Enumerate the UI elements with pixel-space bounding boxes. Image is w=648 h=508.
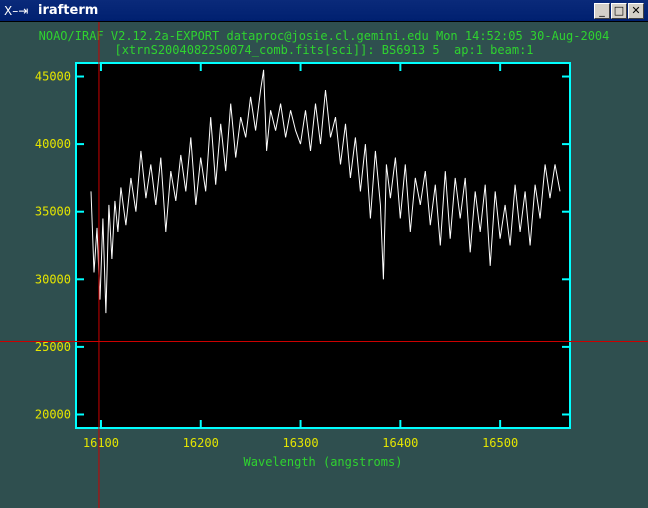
y-tick-label: 45000 (35, 70, 71, 84)
title-bar[interactable]: X–⇥ irafterm _ □ ✕ (0, 0, 648, 22)
x-tick-label: 16200 (183, 436, 219, 450)
spectrum-chart[interactable]: 16100 16200 16300 16400 16500 20000 25000 30000… (0, 22, 648, 508)
x-tick-label: 16400 (382, 436, 418, 450)
y-tick-label: 25000 (35, 340, 71, 354)
x-tick-label: 16300 (282, 436, 318, 450)
plot-area[interactable]: NOAO/IRAF V2.12.2a-EXPORT dataproc@josie… (0, 22, 648, 508)
minimize-button[interactable]: _ (594, 3, 610, 19)
y-tick-label: 30000 (35, 272, 71, 286)
x-logo-icon[interactable]: X–⇥ (4, 3, 34, 19)
x-tick-label: 16500 (482, 436, 518, 450)
x-axis-label: Wavelength (angstroms) (244, 455, 403, 469)
y-tick-label: 20000 (35, 407, 71, 421)
y-tick-label: 35000 (35, 205, 71, 219)
close-button[interactable]: ✕ (628, 3, 644, 19)
maximize-button[interactable]: □ (611, 3, 627, 19)
window-title: irafterm (38, 3, 99, 18)
iraf-terminal-window: X–⇥ irafterm _ □ ✕ NOAO/IRAF V2.12.2a-EX… (0, 0, 648, 508)
x-tick-label: 16100 (83, 436, 119, 450)
y-tick-label: 40000 (35, 137, 71, 151)
